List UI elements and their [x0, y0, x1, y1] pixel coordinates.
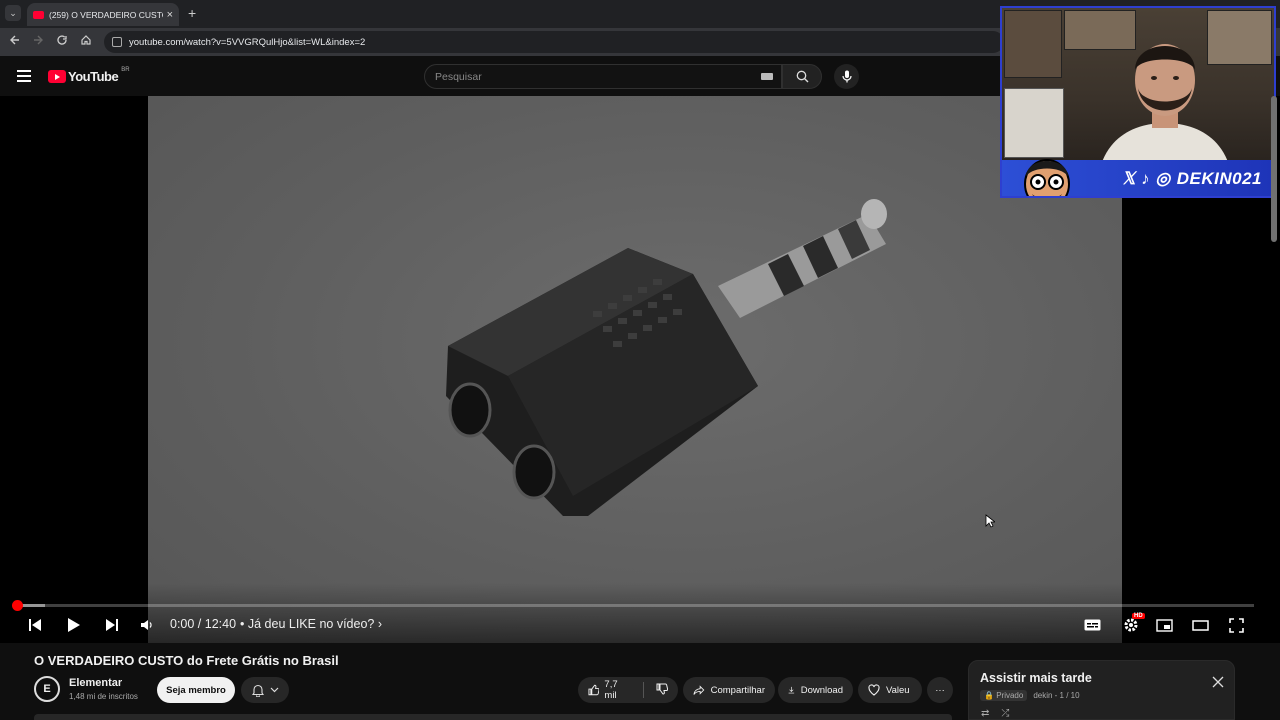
theater-icon [1191, 619, 1209, 631]
subtitles-button[interactable] [1083, 615, 1101, 635]
microphone-icon [841, 70, 852, 83]
play-icon [68, 618, 80, 632]
fullscreen-icon [1228, 617, 1244, 633]
like-count: 7,7 mil [604, 679, 618, 701]
playlist-position: dekin - 1 / 10 [1033, 691, 1080, 700]
time-display: 0:00 / 12:40 • Já deu LIKE no vídeo? › [170, 617, 382, 631]
previous-icon [29, 619, 41, 631]
youtube-logo[interactable]: YouTube BR [48, 66, 130, 84]
progress-scrubber[interactable] [12, 600, 23, 611]
next-button[interactable] [104, 615, 120, 635]
thanks-label: Valeu [886, 684, 910, 696]
cartoon-mascot-icon [1024, 159, 1070, 196]
theater-mode-button[interactable] [1191, 615, 1209, 635]
browser-tab[interactable]: (259) O VERDADEIRO CUSTO do Frete Grátis… [27, 3, 179, 26]
url-text: youtube.com/watch?v=5VVGRQulHjo&list=WL&… [129, 36, 366, 48]
fullscreen-button[interactable] [1227, 615, 1245, 635]
mouse-cursor-icon [985, 514, 995, 528]
share-label: Compartilhar [710, 684, 765, 696]
settings-button[interactable]: HD [1119, 613, 1145, 635]
hd-badge: HD [1132, 613, 1145, 619]
webcam-overlay: 𝕏 ♪ ◎ DEKIN021 [1000, 6, 1276, 198]
streamer-person [1100, 44, 1230, 168]
search-button[interactable] [782, 64, 822, 89]
privacy-label: Privado [996, 691, 1024, 700]
subscriber-count: 1,48 mi de inscritos [69, 692, 138, 701]
tab-title: (259) O VERDADEIRO CUSTO do Frete Grátis… [49, 9, 163, 20]
heart-dollar-icon [868, 684, 880, 696]
keyboard-icon[interactable] [761, 73, 773, 80]
volume-icon [141, 620, 152, 630]
more-icon: ··· [935, 684, 945, 696]
audio-adapter-image [446, 199, 887, 516]
more-actions-button[interactable]: ··· [927, 677, 953, 703]
share-button[interactable]: Compartilhar [683, 677, 775, 703]
tab-close-icon[interactable]: × [167, 9, 173, 21]
youtube-favicon-icon [33, 10, 44, 19]
region-code: BR [121, 66, 130, 73]
reload-icon[interactable] [56, 34, 68, 49]
share-icon [693, 684, 705, 695]
mute-button[interactable] [139, 615, 155, 635]
search-icon [796, 70, 808, 83]
privacy-badge: 🔒 Privado [980, 690, 1028, 701]
forward-icon[interactable] [32, 34, 44, 49]
playlist-controls: ⇄ ⤮ [981, 708, 1009, 719]
bell-icon [251, 684, 264, 697]
thumbs-down-icon [656, 683, 669, 695]
chapter-title[interactable]: • Já deu LIKE no vídeo? › [240, 617, 382, 631]
join-button[interactable]: Seja membro [157, 677, 235, 703]
play-button[interactable] [66, 615, 82, 635]
social-handle: DEKIN021 [1176, 169, 1262, 188]
video-frame[interactable] [148, 96, 1122, 643]
like-dislike-group: 7,7 mil [578, 677, 678, 703]
social-icons: 𝕏 ♪ ◎ [1121, 169, 1171, 188]
new-tab-icon[interactable]: + [188, 5, 196, 21]
back-icon[interactable] [9, 34, 21, 49]
wall-art [1004, 88, 1064, 158]
page-scrollbar[interactable] [1271, 96, 1277, 242]
playlist-meta: 🔒 Privado dekin - 1 / 10 [980, 690, 1080, 701]
chevron-down-icon [270, 687, 278, 693]
like-button[interactable]: 7,7 mil [588, 679, 631, 701]
thumbs-up-icon [588, 684, 600, 696]
subtitles-icon [1084, 619, 1100, 631]
gear-icon [1124, 618, 1138, 632]
next-icon [106, 619, 118, 631]
time-text: 0:00 / 12:40 [170, 617, 237, 631]
thanks-button[interactable]: Valeu [858, 677, 922, 703]
search-input[interactable]: Pesquisar [424, 64, 782, 89]
wall-poster [1004, 10, 1062, 78]
dislike-button[interactable] [656, 683, 669, 698]
playlist-panel: Assistir mais tarde 🔒 Privado dekin - 1 … [968, 660, 1235, 720]
site-info-icon[interactable] [112, 37, 122, 47]
progress-bar[interactable] [17, 604, 1254, 607]
shuffle-icon[interactable]: ⤮ [1001, 708, 1009, 719]
voice-search-button[interactable] [834, 64, 859, 89]
menu-icon[interactable] [17, 70, 31, 85]
download-label: Download [800, 684, 843, 696]
divider [643, 682, 644, 698]
loop-icon[interactable]: ⇄ [981, 708, 989, 719]
previous-button[interactable] [27, 615, 43, 635]
playlist-title[interactable]: Assistir mais tarde [980, 671, 1092, 685]
subscribed-bell-button[interactable] [241, 677, 289, 703]
download-icon [788, 686, 795, 694]
logo-text: YouTube [68, 69, 119, 84]
channel-name[interactable]: Elementar [69, 677, 122, 689]
video-title: O VERDADEIRO CUSTO do Frete Grátis no Br… [34, 653, 339, 668]
tab-search-icon[interactable]: ⌄ [5, 5, 21, 21]
home-icon[interactable] [80, 34, 92, 49]
download-button[interactable]: Download [778, 677, 853, 703]
miniplayer-button[interactable] [1155, 615, 1173, 635]
miniplayer-icon [1155, 618, 1173, 632]
address-bar[interactable]: youtube.com/watch?v=5VVGRQulHjo&list=WL&… [104, 31, 1004, 53]
description-box-edge [34, 714, 952, 720]
youtube-play-icon [48, 70, 66, 83]
channel-avatar[interactable]: E [34, 676, 60, 702]
playlist-close-icon[interactable] [1212, 675, 1224, 693]
